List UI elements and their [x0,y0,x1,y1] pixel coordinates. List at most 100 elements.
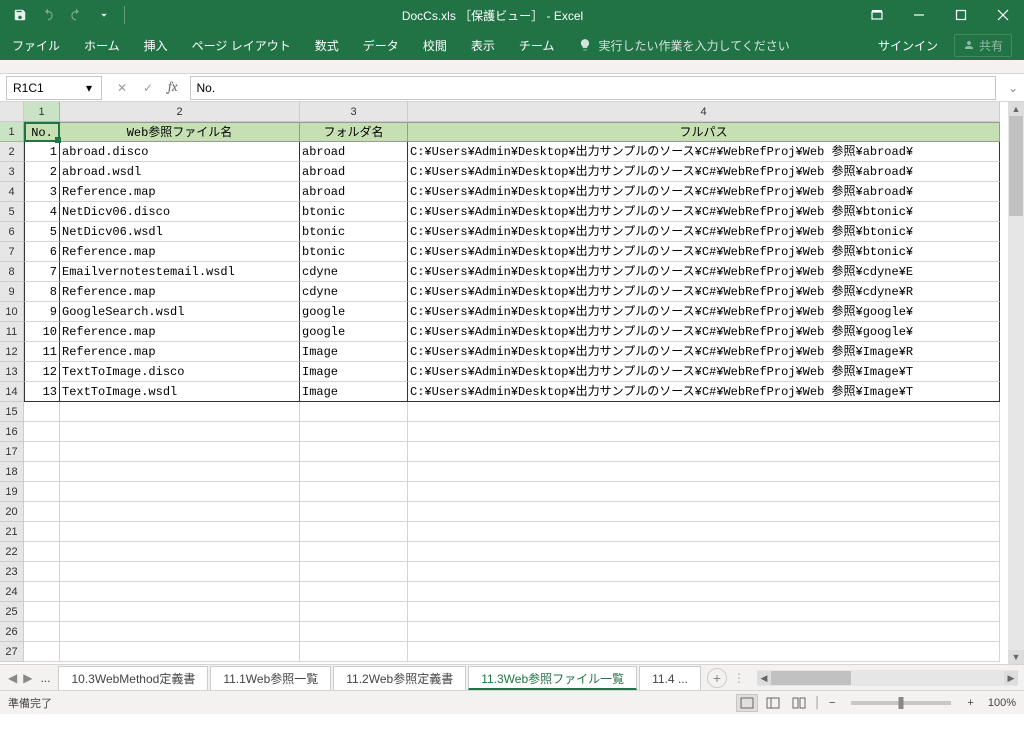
cell[interactable] [300,562,408,582]
cell[interactable]: C:¥Users¥Admin¥Desktop¥出力サンプルのソース¥C#¥Web… [408,322,1000,342]
cell[interactable]: C:¥Users¥Admin¥Desktop¥出力サンプルのソース¥C#¥Web… [408,362,1000,382]
sheet-tab[interactable]: 11.1Web参照一覧 [210,666,331,690]
formula-input[interactable] [190,76,997,100]
scroll-up-arrow[interactable]: ▲ [1008,102,1024,116]
cell[interactable] [60,582,300,602]
cell[interactable] [24,442,60,462]
zoom-in-button[interactable]: + [963,697,977,709]
row-header[interactable]: 26 [0,622,24,642]
cell[interactable]: NetDicv06.disco [60,202,300,222]
cell[interactable]: abroad [300,162,408,182]
row-header[interactable]: 17 [0,442,24,462]
row-header[interactable]: 10 [0,302,24,322]
sheet-tab[interactable]: 11.2Web参照定義書 [333,666,466,690]
cell[interactable] [24,622,60,642]
cell[interactable]: 13 [24,382,60,402]
cell[interactable]: btonic [300,202,408,222]
tab-review[interactable]: 校閲 [411,30,459,60]
col-header[interactable]: 2 [60,102,300,122]
name-box[interactable] [6,76,102,100]
row-header[interactable]: 1 [0,122,24,142]
maximize-button[interactable] [940,0,982,30]
cell[interactable]: abroad.disco [60,142,300,162]
cell[interactable] [300,542,408,562]
cell[interactable] [24,582,60,602]
cell[interactable]: C:¥Users¥Admin¥Desktop¥出力サンプルのソース¥C#¥Web… [408,342,1000,362]
cell[interactable] [24,542,60,562]
row-header[interactable]: 20 [0,502,24,522]
enter-fx-button[interactable]: ✓ [136,77,160,99]
cell[interactable]: C:¥Users¥Admin¥Desktop¥出力サンプルのソース¥C#¥Web… [408,242,1000,262]
cell[interactable] [300,482,408,502]
cell[interactable]: C:¥Users¥Admin¥Desktop¥出力サンプルのソース¥C#¥Web… [408,282,1000,302]
cell[interactable] [300,402,408,422]
view-page-break-button[interactable] [788,694,810,712]
row-header[interactable]: 12 [0,342,24,362]
cell[interactable] [408,502,1000,522]
sheet-tab[interactable]: 10.3WebMethod定義書 [58,666,208,690]
expand-formula-bar[interactable]: ⌄ [1002,81,1024,95]
cell[interactable]: 6 [24,242,60,262]
cell[interactable] [300,422,408,442]
tab-formulas[interactable]: 数式 [303,30,351,60]
cell[interactable]: abroad [300,142,408,162]
qat-customize[interactable] [92,3,116,27]
cell[interactable] [60,542,300,562]
cell[interactable]: C:¥Users¥Admin¥Desktop¥出力サンプルのソース¥C#¥Web… [408,302,1000,322]
cell[interactable]: google [300,302,408,322]
cell[interactable]: Reference.map [60,282,300,302]
col-header[interactable]: 1 [24,102,60,122]
cell[interactable] [300,462,408,482]
cell[interactable] [24,462,60,482]
cell[interactable] [24,482,60,502]
cell[interactable]: btonic [300,242,408,262]
undo-button[interactable] [36,3,60,27]
cell[interactable]: google [300,322,408,342]
sheet-nav-prev[interactable]: ◀ [8,671,17,685]
cell[interactable] [408,642,1000,662]
header-cell-file[interactable]: Web参照ファイル名 [60,122,300,142]
cell[interactable] [408,562,1000,582]
cell[interactable]: Reference.map [60,242,300,262]
cell[interactable] [24,642,60,662]
cell[interactable] [24,402,60,422]
tab-view[interactable]: 表示 [459,30,507,60]
cell[interactable]: 10 [24,322,60,342]
view-page-layout-button[interactable] [762,694,784,712]
scroll-right-arrow[interactable]: ▶ [1004,671,1018,685]
main-grid[interactable]: 1 2 3 4 No. Web参照ファイル名 フォルダ名 フルパス 1abroa… [24,102,1024,664]
row-header[interactable]: 25 [0,602,24,622]
cell[interactable] [60,442,300,462]
cell[interactable]: 4 [24,202,60,222]
cell[interactable]: 2 [24,162,60,182]
save-button[interactable] [8,3,32,27]
cell[interactable] [408,542,1000,562]
cell[interactable]: 8 [24,282,60,302]
header-cell-no[interactable]: No. [24,122,60,142]
sheet-tab-active[interactable]: 11.3Web参照ファイル一覧 [468,666,637,690]
cell[interactable] [408,482,1000,502]
cell[interactable]: 3 [24,182,60,202]
cell[interactable] [60,562,300,582]
cell[interactable] [408,522,1000,542]
cell[interactable] [408,622,1000,642]
scroll-left-arrow[interactable]: ◀ [757,671,771,685]
cell[interactable] [60,482,300,502]
row-header[interactable]: 11 [0,322,24,342]
tab-file[interactable]: ファイル [0,30,72,60]
header-cell-folder[interactable]: フォルダ名 [300,122,408,142]
horizontal-scrollbar[interactable]: ◀ ▶ [757,670,1018,686]
row-header[interactable]: 19 [0,482,24,502]
cell[interactable] [300,642,408,662]
scroll-down-arrow[interactable]: ▼ [1008,650,1024,664]
cell[interactable]: Image [300,382,408,402]
cell[interactable]: TextToImage.disco [60,362,300,382]
scroll-thumb[interactable] [1009,116,1023,216]
scroll-thumb[interactable] [771,671,851,685]
cell[interactable] [300,502,408,522]
col-header[interactable]: 4 [408,102,1000,122]
cell[interactable]: 11 [24,342,60,362]
cell[interactable] [60,522,300,542]
row-header[interactable]: 9 [0,282,24,302]
row-header[interactable]: 22 [0,542,24,562]
